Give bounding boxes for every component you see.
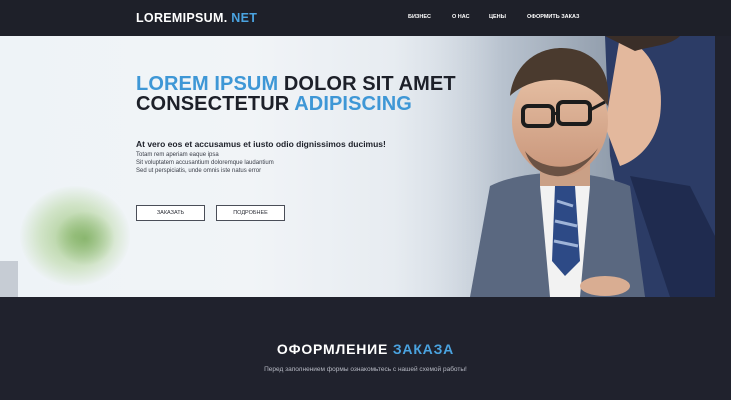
nav-link-about[interactable]: О НАС bbox=[452, 14, 470, 20]
hero-text-line: Totam rem aperiam eaque ipsa bbox=[136, 152, 219, 158]
order-title-accent: ЗАКАЗА bbox=[392, 341, 455, 357]
hero-subtitle: At vero eos et accusamus et iusto odio d… bbox=[136, 139, 386, 149]
order-button[interactable]: ЗАКАЗАТЬ bbox=[136, 205, 205, 221]
order-section-subtitle: Перед заполнением формы ознакомьтесь с н… bbox=[264, 366, 467, 373]
blurred-plant-leaves bbox=[55, 211, 115, 266]
top-navigation-bar: LOREMIPSUM. NET БИЗНЕС О НАС ЦЕНЫ ОФОРМИ… bbox=[0, 0, 731, 36]
nav-link-prices[interactable]: ЦЕНЫ bbox=[489, 14, 506, 20]
more-details-button[interactable]: ПОДРОБНЕЕ bbox=[216, 205, 285, 221]
headline-accent-1: LOREM IPSUM bbox=[136, 73, 279, 95]
hero-banner: LOREM IPSUM DOLOR SIT AMET CONSECTETUR A… bbox=[0, 36, 715, 297]
hero-headline-line2: CONSECTETUR ADIPISCING bbox=[136, 93, 412, 116]
order-title-text: ОФОРМЛЕНИЕ bbox=[276, 341, 389, 357]
headline-text-2: CONSECTETUR bbox=[136, 93, 290, 115]
logo-tld-text: NET bbox=[231, 11, 258, 25]
laptop-edge-image bbox=[0, 261, 18, 297]
headline-text-1: DOLOR SIT AMET bbox=[283, 73, 456, 95]
site-logo[interactable]: LOREMIPSUM. NET bbox=[136, 11, 257, 25]
order-section-title: ОФОРМЛЕНИЕ ЗАКАЗА bbox=[0, 341, 731, 357]
logo-main-text: LOREMIPSUM. bbox=[136, 11, 228, 25]
hero-text-line: Sed ut perspiciatis, unde omnis iste nat… bbox=[136, 168, 262, 174]
nav-link-place-order[interactable]: ОФОРМИТЬ ЗАКАЗ bbox=[527, 14, 579, 20]
headline-accent-2: ADIPISCING bbox=[294, 93, 412, 115]
businessmen-photo bbox=[430, 36, 715, 297]
nav-link-business[interactable]: БИЗНЕС bbox=[408, 14, 431, 20]
hero-text-line: Sit voluptatem accusantium doloremque la… bbox=[136, 160, 274, 166]
